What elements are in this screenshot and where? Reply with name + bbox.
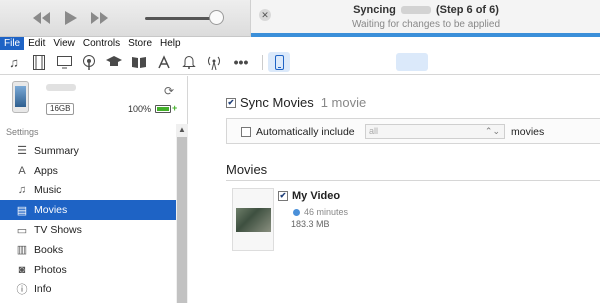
unwatched-dot-icon — [293, 208, 300, 216]
status-message: Waiting for changes to be applied — [351, 19, 501, 30]
sidebar-item-label: Info — [34, 283, 52, 296]
status-title: Syncing (Step 6 of 6) — [353, 4, 499, 16]
more-icon[interactable]: ••• — [233, 54, 249, 70]
menu-help[interactable]: Help — [156, 37, 185, 50]
device-summary: ⟳ 16GB 100% + — [0, 76, 178, 124]
sidebar-item-movies[interactable]: ▤ Movies — [0, 200, 176, 221]
sidebar-item-books[interactable]: ▥ Books — [0, 240, 176, 260]
movie-item: ✔ My Video — [278, 190, 340, 202]
settings-nav: ☰ Summary A Apps ♫ Music ▤ Movies ▭ TV Shows … — [0, 141, 176, 299]
graduation-cap-icon[interactable] — [106, 54, 122, 70]
sidebar-item-photos[interactable]: ◙ Photos — [0, 260, 176, 280]
movie-duration: 46 minutes — [293, 207, 348, 217]
sync-movies-count: 1 movie — [320, 95, 367, 110]
apps-icon: A — [18, 164, 26, 177]
menu-store[interactable]: Store — [124, 37, 156, 50]
antenna-icon[interactable] — [206, 54, 222, 70]
sidebar-item-apps[interactable]: A Apps — [0, 161, 176, 181]
auto-include-select[interactable]: all ⌃⌄ — [365, 124, 505, 139]
main-panel: ✔ Sync Movies 1 movie Automatically incl… — [189, 76, 600, 303]
menu-controls[interactable]: Controls — [79, 37, 124, 50]
book-icon[interactable] — [131, 54, 147, 70]
rewind-icon[interactable] — [30, 9, 52, 27]
battery-icon — [155, 105, 171, 113]
sidebar-item-label: Movies — [34, 204, 68, 217]
auto-include-panel: Automatically include all ⌃⌄ movies — [226, 118, 600, 144]
sync-movies-row: ✔ Sync Movies 1 movie — [226, 95, 366, 110]
chevron-up-icon[interactable]: ▲ — [176, 124, 188, 136]
auto-include-checkbox[interactable] — [241, 127, 251, 137]
photos-icon: ◙ — [18, 263, 26, 276]
auto-include-row: Automatically include — [241, 126, 355, 138]
sidebar-item-label: Apps — [34, 164, 58, 177]
volume-slider[interactable] — [145, 17, 217, 20]
sidebar-item-label: Books — [34, 243, 64, 256]
movie-checkbox[interactable]: ✔ — [278, 191, 288, 201]
movies-heading: Movies — [226, 162, 268, 177]
podcast-icon[interactable] — [81, 54, 97, 70]
charging-icon: + — [172, 103, 178, 113]
sidebar-item-music[interactable]: ♫ Music — [0, 181, 176, 201]
device-name-pill[interactable] — [396, 53, 428, 71]
sidebar-item-label: Music — [34, 184, 62, 197]
settings-section-label: Settings — [6, 127, 39, 137]
info-icon: ⓘ — [16, 284, 28, 297]
tv-icon[interactable] — [56, 54, 72, 70]
music-note-icon[interactable]: ♫ — [6, 54, 22, 70]
scroll-thumb[interactable] — [177, 137, 187, 303]
sidebar-item-label: TV Shows — [34, 224, 82, 237]
media-toolbar: ♫ ••• — [0, 50, 600, 75]
capacity-badge: 16GB — [46, 103, 75, 115]
fast-forward-icon[interactable] — [89, 9, 111, 27]
sidebar-scrollbar[interactable]: ▲ — [176, 124, 188, 303]
menu-edit[interactable]: Edit — [24, 37, 49, 50]
music-icon: ♫ — [17, 184, 27, 197]
sidebar-item-label: Summary — [34, 144, 79, 157]
play-icon[interactable] — [59, 9, 81, 27]
sidebar-item-info[interactable]: ⓘ Info — [0, 280, 176, 300]
bell-icon[interactable] — [181, 54, 197, 70]
movie-size: 183.3 MB — [291, 219, 330, 229]
sidebar-item-tv-shows[interactable]: ▭ TV Shows — [0, 220, 176, 240]
sync-movies-title: Sync Movies — [240, 95, 314, 110]
sidebar: ⟳ 16GB 100% + Settings ☰ Summary A Apps ♫ M… — [0, 76, 188, 303]
summary-icon: ☰ — [17, 145, 27, 158]
sidebar-item-label: Photos — [34, 263, 67, 276]
device-image — [12, 81, 29, 113]
iphone-icon[interactable] — [268, 52, 290, 72]
auto-include-label: Automatically include — [256, 126, 355, 138]
redacted-device-name — [400, 6, 431, 15]
menu-file[interactable]: File — [0, 37, 25, 50]
battery-percent: 100% — [128, 104, 152, 114]
film-icon[interactable] — [31, 54, 47, 70]
sidebar-item-summary[interactable]: ☰ Summary — [0, 141, 176, 161]
select-arrows-icon: ⌃⌄ — [484, 126, 500, 136]
tv-icon: ▭ — [16, 224, 28, 237]
movie-title: My Video — [292, 190, 341, 202]
movies-icon: ▤ — [16, 204, 28, 217]
app-store-icon[interactable] — [156, 54, 172, 70]
menu-view[interactable]: View — [49, 37, 79, 50]
menu-bar: File Edit View Controls Store Help — [0, 37, 600, 50]
auto-include-suffix: movies — [511, 126, 545, 138]
auto-include-value: all — [369, 126, 379, 136]
redacted-device-label — [46, 84, 76, 91]
divider — [226, 180, 600, 181]
player-bar: ✕ Syncing (Step 6 of 6) Waiting for chan… — [0, 0, 600, 37]
sync-movies-checkbox[interactable]: ✔ — [226, 97, 236, 108]
toolbar-divider — [262, 55, 263, 70]
movie-thumbnail — [232, 188, 274, 251]
volume-knob[interactable] — [209, 10, 224, 25]
status-panel: ✕ Syncing (Step 6 of 6) Waiting for chan… — [250, 0, 600, 37]
sync-icon[interactable]: ⟳ — [164, 84, 174, 98]
books-icon: ▥ — [16, 244, 28, 257]
